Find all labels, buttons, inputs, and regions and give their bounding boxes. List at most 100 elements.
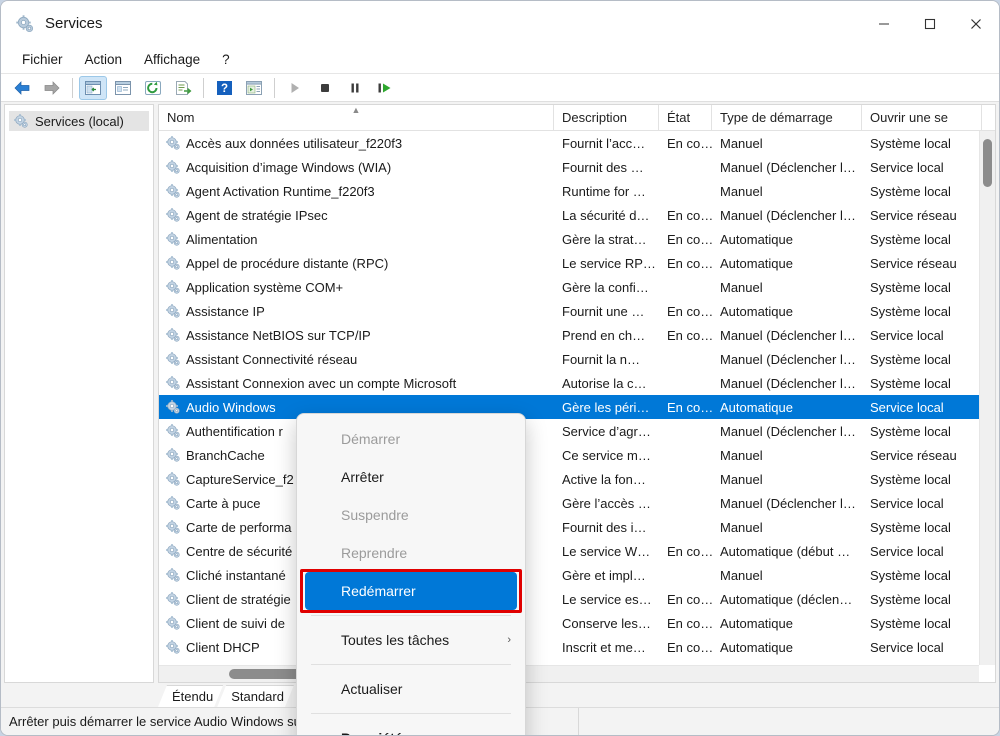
cell-state: En co… xyxy=(659,232,712,247)
sidebar-item-services-local[interactable]: Services (local) xyxy=(9,111,149,131)
tab-etendu[interactable]: Étendu xyxy=(158,685,223,707)
service-name-label: BranchCache xyxy=(186,448,265,463)
window-title: Services xyxy=(45,15,103,32)
table-row[interactable]: Application système COM+Gère la confi…Ma… xyxy=(159,275,995,299)
cell-state: En co… xyxy=(659,616,712,631)
column-header-name[interactable]: ▲Nom xyxy=(159,105,554,130)
table-row[interactable]: CaptureService_f2Active la fon…ManuelSys… xyxy=(159,467,995,491)
cell-description: Prend en ch… xyxy=(554,328,659,343)
service-name-label: Cliché instantané xyxy=(186,568,286,583)
minimize-button[interactable] xyxy=(861,1,907,46)
service-name-label: Appel de procédure distante (RPC) xyxy=(186,256,388,271)
column-header-startup[interactable]: Type de démarrage xyxy=(712,105,862,130)
column-header-label: Description xyxy=(562,110,627,125)
cell-logon: Service local xyxy=(862,160,982,175)
menu-affichage[interactable]: Affichage xyxy=(133,48,211,71)
service-gear-icon xyxy=(165,615,181,631)
table-row[interactable]: Assistant Connexion avec un compte Micro… xyxy=(159,371,995,395)
cell-startup: Automatique xyxy=(712,400,862,415)
cell-description: Fournit la n… xyxy=(554,352,659,367)
table-row[interactable]: AlimentationGère la strat…En co…Automati… xyxy=(159,227,995,251)
context-menu-item-wrap: Arrêter xyxy=(297,458,525,496)
cell-startup: Manuel xyxy=(712,520,862,535)
sort-ascending-icon: ▲ xyxy=(159,106,553,115)
vertical-scrollbar-thumb[interactable] xyxy=(983,139,992,187)
service-gear-icon xyxy=(165,303,181,319)
context-menu-item-label: Actualiser xyxy=(341,681,402,697)
cell-startup: Manuel (Déclencher l… xyxy=(712,160,862,175)
cell-logon: Système local xyxy=(862,280,982,295)
context-menu-item-toutes-les-taches[interactable]: Toutes les tâches› xyxy=(297,621,525,659)
table-row[interactable]: Audio WindowsGère les péri…En co…Automat… xyxy=(159,395,995,419)
table-row[interactable]: Appel de procédure distante (RPC)Le serv… xyxy=(159,251,995,275)
service-name-label: Alimentation xyxy=(186,232,258,247)
table-row[interactable]: Accès aux données utilisateur_f220f3Four… xyxy=(159,131,995,155)
context-menu-item-wrap: Reprendre xyxy=(297,534,525,572)
column-header-logon[interactable]: Ouvrir une se xyxy=(862,105,982,130)
help-icon[interactable]: ? xyxy=(210,76,238,100)
service-name-label: Audio Windows xyxy=(186,400,276,415)
cell-startup: Manuel (Déclencher l… xyxy=(712,496,862,511)
menubar: Fichier Action Affichage ? xyxy=(1,46,999,74)
cell-description: Le service W… xyxy=(554,544,659,559)
table-row[interactable]: Assistant Connectivité réseauFournit la … xyxy=(159,347,995,371)
context-menu-item-proprietes[interactable]: Propriétés xyxy=(297,719,525,736)
table-row[interactable]: Agent Activation Runtime_f220f3Runtime f… xyxy=(159,179,995,203)
export-list-icon[interactable] xyxy=(169,76,197,100)
context-menu-item-actualiser[interactable]: Actualiser xyxy=(297,670,525,708)
close-button[interactable] xyxy=(953,1,999,46)
table-row[interactable]: Cliché instantanéGère et impl…ManuelSyst… xyxy=(159,563,995,587)
start-service-icon[interactable] xyxy=(281,76,309,100)
show-hide-tree-icon[interactable] xyxy=(79,76,107,100)
view-icon[interactable] xyxy=(240,76,268,100)
table-row[interactable]: Authentification rService d’agr…Manuel (… xyxy=(159,419,995,443)
titlebar: Services xyxy=(1,1,999,46)
service-name-label: Carte de performa xyxy=(186,520,292,535)
maximize-button[interactable] xyxy=(907,1,953,46)
cell-startup: Manuel (Déclencher l… xyxy=(712,208,862,223)
back-arrow-icon[interactable] xyxy=(8,76,36,100)
menu-action[interactable]: Action xyxy=(74,48,134,71)
menu-fichier[interactable]: Fichier xyxy=(11,48,74,71)
table-row[interactable]: Carte de performaFournit des i…ManuelSys… xyxy=(159,515,995,539)
context-menu-item-redemarrer[interactable]: Redémarrer xyxy=(305,572,517,610)
table-row[interactable]: Carte à puceGère l’accès …Manuel (Déclen… xyxy=(159,491,995,515)
context-menu-item-arreter[interactable]: Arrêter xyxy=(297,458,525,496)
table-row[interactable]: Assistance NetBIOS sur TCP/IPPrend en ch… xyxy=(159,323,995,347)
service-gear-icon xyxy=(165,543,181,559)
stop-service-icon[interactable] xyxy=(311,76,339,100)
table-row[interactable]: Client de suivi deConserve les…En co…Aut… xyxy=(159,611,995,635)
cell-startup: Automatique xyxy=(712,616,862,631)
pause-service-icon[interactable] xyxy=(341,76,369,100)
table-row[interactable]: Agent de stratégie IPsecLa sécurité d…En… xyxy=(159,203,995,227)
menu-help[interactable]: ? xyxy=(211,48,241,71)
cell-description: Gère la strat… xyxy=(554,232,659,247)
table-row[interactable]: Client de stratégieLe service es…En co…A… xyxy=(159,587,995,611)
vertical-scrollbar[interactable] xyxy=(979,131,995,665)
cell-logon: Système local xyxy=(862,472,982,487)
cell-description: Fournit des i… xyxy=(554,520,659,535)
column-header-description[interactable]: Description xyxy=(554,105,659,130)
cell-startup: Manuel (Déclencher l… xyxy=(712,376,862,391)
table-row[interactable]: BranchCacheCe service m…ManuelService ré… xyxy=(159,443,995,467)
properties-icon[interactable] xyxy=(109,76,137,100)
restart-service-icon[interactable] xyxy=(371,76,399,100)
cell-logon: Système local xyxy=(862,136,982,151)
cell-logon: Système local xyxy=(862,232,982,247)
tab-standard[interactable]: Standard xyxy=(217,685,294,707)
column-header-state[interactable]: État xyxy=(659,105,712,130)
highlight-box: Redémarrer xyxy=(297,572,525,610)
cell-logon: Service réseau xyxy=(862,448,982,463)
cell-logon: Système local xyxy=(862,424,982,439)
table-row[interactable]: Centre de sécuritéLe service W…En co…Aut… xyxy=(159,539,995,563)
refresh-icon[interactable] xyxy=(139,76,167,100)
table-row[interactable]: Client DHCPInscrit et me…En co…Automatiq… xyxy=(159,635,995,659)
table-row[interactable]: Assistance IPFournit une …En co…Automati… xyxy=(159,299,995,323)
forward-arrow-icon[interactable] xyxy=(38,76,66,100)
table-row[interactable]: Acquisition d’image Windows (WIA)Fournit… xyxy=(159,155,995,179)
cell-name: Application système COM+ xyxy=(159,279,554,295)
cell-state: En co… xyxy=(659,208,712,223)
horizontal-scrollbar[interactable] xyxy=(159,665,979,682)
service-name-label: Client DHCP xyxy=(186,640,260,655)
cell-description: Active la fon… xyxy=(554,472,659,487)
